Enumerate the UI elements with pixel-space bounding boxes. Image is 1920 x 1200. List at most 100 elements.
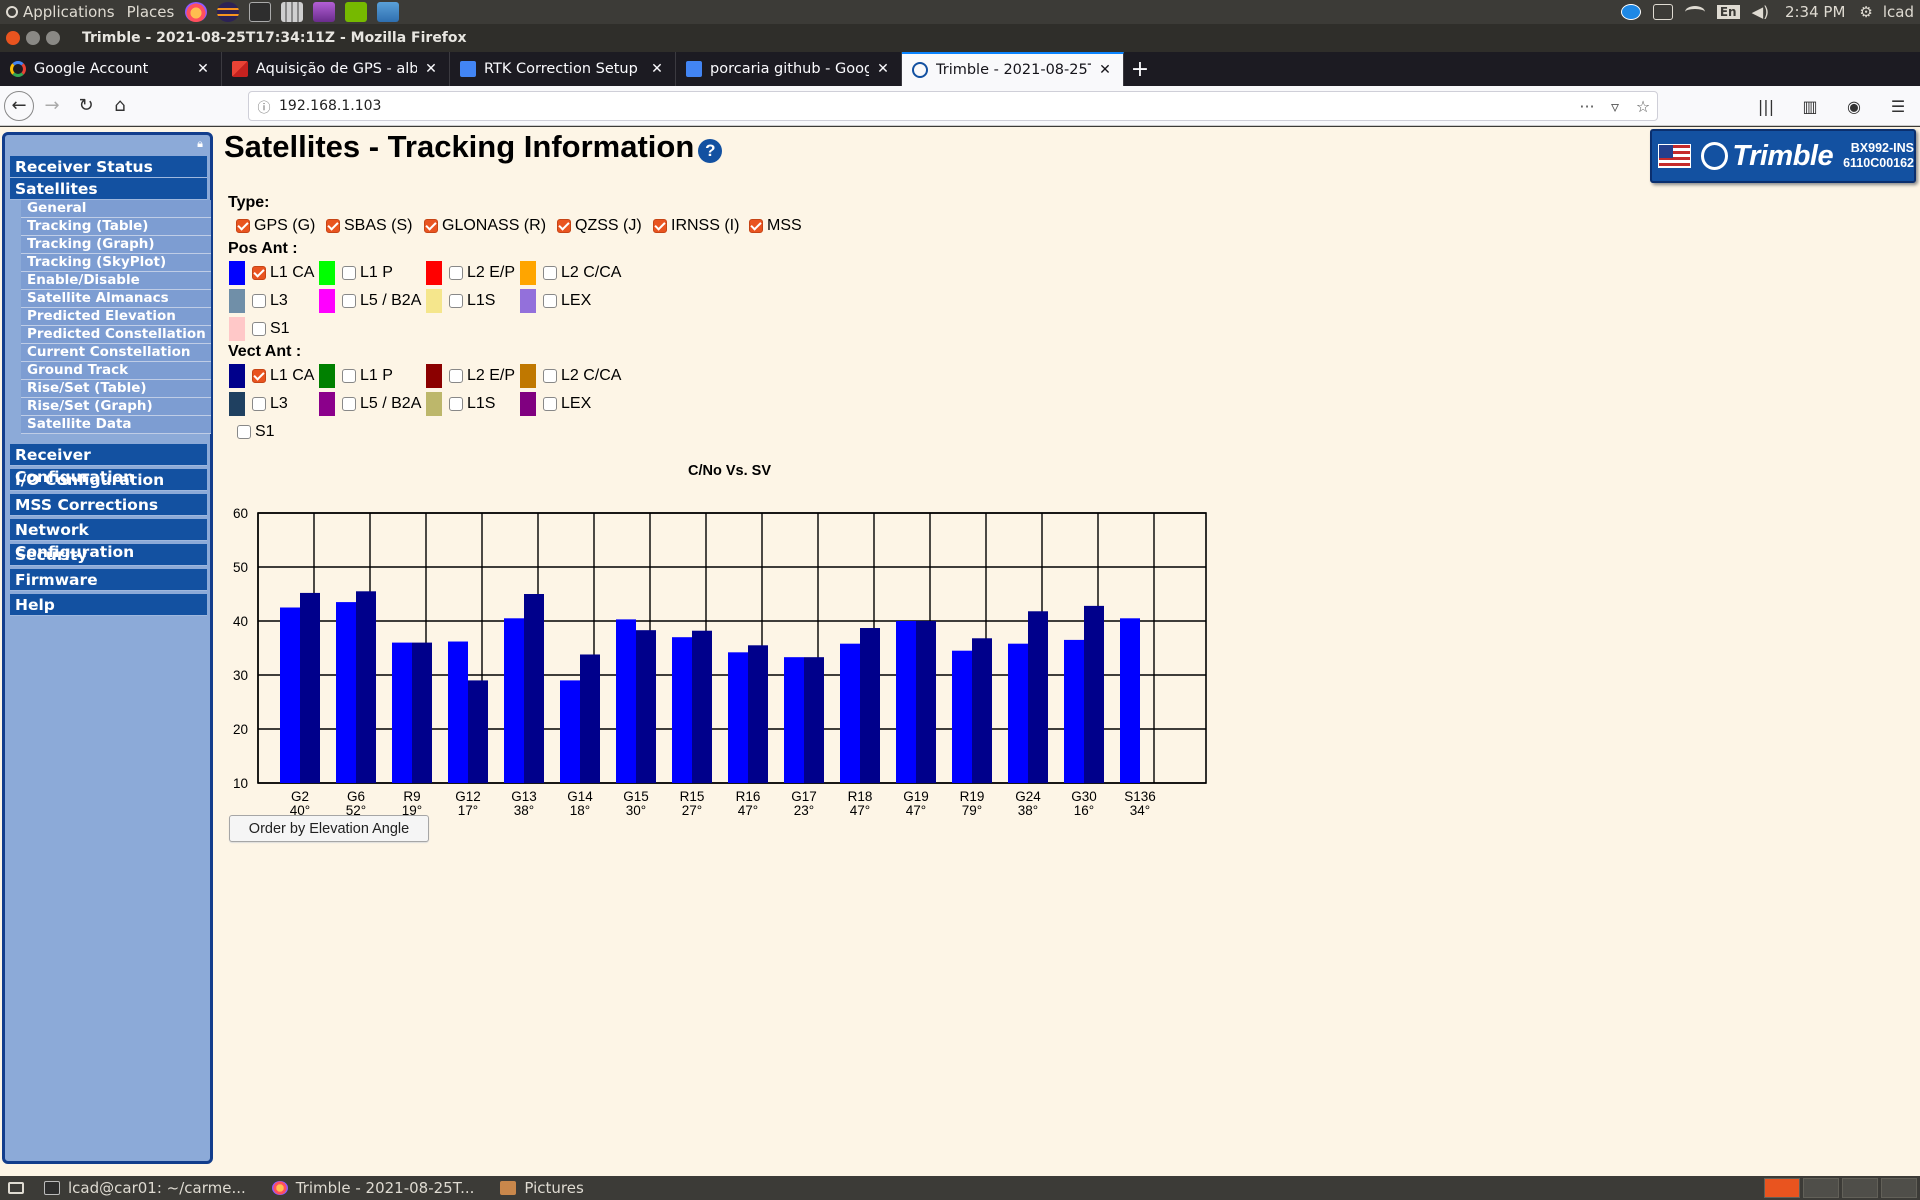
vect-ant-signal-option[interactable]: L1S <box>449 395 495 413</box>
vect-ant-signal-option[interactable]: L1 P <box>342 367 393 385</box>
sidebar-item-satellites[interactable]: Satellites <box>10 178 207 200</box>
sidebar-subitem-tracking-skyplot[interactable]: Tracking (SkyPlot) <box>21 254 211 272</box>
settings-gear-icon[interactable]: ⚙ <box>1859 3 1872 21</box>
applications-menu[interactable]: Applications <box>0 3 121 21</box>
tab-close-icon[interactable]: ✕ <box>1097 62 1113 78</box>
calculator-launcher-icon[interactable] <box>281 2 304 22</box>
pos-ant-signal-option[interactable]: L3 <box>252 292 288 310</box>
signal-checkbox[interactable] <box>252 397 266 411</box>
screenshot-launcher-icon[interactable] <box>377 2 400 22</box>
pos-ant-signal-option[interactable]: L1S <box>449 292 495 310</box>
type-option-glonass[interactable]: GLONASS (R) <box>424 217 546 235</box>
sidebar-toggle-icon[interactable]: ▥ <box>1794 90 1826 122</box>
window-maximize-icon[interactable] <box>46 31 60 45</box>
sidebar-subitem-rise-set-graph[interactable]: Rise/Set (Graph) <box>21 398 211 416</box>
keyboard-layout-indicator[interactable]: En <box>1716 5 1740 19</box>
type-checkbox[interactable] <box>326 219 340 233</box>
workspace-4[interactable] <box>1881 1178 1917 1198</box>
sidebar-item-mss-corrections[interactable]: MSS Corrections <box>10 494 207 516</box>
clock[interactable]: 2:34 PM <box>1785 3 1845 21</box>
us-flag-icon[interactable] <box>1658 144 1692 168</box>
sidebar-subitem-tracking-table[interactable]: Tracking (Table) <box>21 218 211 236</box>
pos-ant-signal-option[interactable]: L2 E/P <box>449 264 515 282</box>
nvidia-launcher-icon[interactable] <box>345 2 368 22</box>
type-option-mss[interactable]: MSS <box>749 217 802 235</box>
type-option-qzss[interactable]: QZSS (J) <box>557 217 642 235</box>
tab-github-doc[interactable]: porcaria github - Google ✕ <box>676 52 902 86</box>
pos-ant-signal-option[interactable]: L1 P <box>342 264 393 282</box>
image-viewer-launcher-icon[interactable] <box>313 2 336 22</box>
type-checkbox[interactable] <box>653 219 667 233</box>
sidebar-item-io-configuration[interactable]: I/O Configuration <box>10 469 207 491</box>
show-desktop-icon[interactable] <box>8 1182 24 1194</box>
order-by-elevation-button[interactable]: Order by Elevation Angle <box>229 815 429 842</box>
signal-checkbox[interactable] <box>449 294 463 308</box>
tab-close-icon[interactable]: ✕ <box>875 61 891 77</box>
tab-close-icon[interactable]: ✕ <box>649 61 665 77</box>
vect-ant-signal-option[interactable]: S1 <box>237 423 275 441</box>
pos-ant-signal-option[interactable]: LEX <box>543 292 591 310</box>
url-text[interactable]: 192.168.1.103 <box>279 98 1573 114</box>
workspace-3[interactable] <box>1842 1178 1878 1198</box>
pos-ant-signal-option[interactable]: S1 <box>252 320 290 338</box>
vect-ant-signal-option[interactable]: L5 / B2A <box>342 395 421 413</box>
signal-checkbox[interactable] <box>543 369 557 383</box>
sidebar-subitem-ground-track[interactable]: Ground Track <box>21 362 211 380</box>
window-close-icon[interactable] <box>6 31 20 45</box>
site-info-icon[interactable]: ⓘ <box>249 97 279 116</box>
signal-checkbox[interactable] <box>342 266 356 280</box>
type-option-irnss[interactable]: IRNSS (I) <box>653 217 739 235</box>
signal-checkbox[interactable] <box>543 266 557 280</box>
terminal-launcher-icon[interactable] <box>249 2 272 22</box>
taskbar-item-firefox[interactable]: Trimble - 2021-08-25T... <box>266 1179 481 1197</box>
help-question-icon[interactable]: ? <box>698 139 723 163</box>
user-name[interactable]: lcad <box>1883 3 1914 21</box>
sidebar-item-receiver-configuration[interactable]: Receiver Configuration <box>10 444 207 486</box>
url-bar[interactable]: ⓘ 192.168.1.103 ··· ▿ ☆ <box>248 91 1658 121</box>
signal-checkbox[interactable] <box>543 294 557 308</box>
signal-checkbox[interactable] <box>449 369 463 383</box>
vect-ant-signal-option[interactable]: LEX <box>543 395 591 413</box>
home-icon[interactable]: ⌂ <box>104 90 136 122</box>
type-checkbox[interactable] <box>424 219 438 233</box>
signal-checkbox[interactable] <box>237 425 251 439</box>
sidebar-subitem-tracking-graph[interactable]: Tracking (Graph) <box>21 236 211 254</box>
eclipse-launcher-icon[interactable] <box>217 2 240 22</box>
pos-ant-signal-option[interactable]: L2 C/CA <box>543 264 621 282</box>
signal-checkbox[interactable] <box>342 397 356 411</box>
new-tab-plus-icon[interactable]: + <box>1124 52 1156 86</box>
vect-ant-signal-option[interactable]: L2 C/CA <box>543 367 621 385</box>
teamviewer-tray-icon[interactable] <box>1620 4 1641 20</box>
tab-trimble[interactable]: Trimble - 2021-08-25T17:3 ✕ <box>902 52 1124 86</box>
signal-checkbox[interactable] <box>252 322 266 336</box>
vect-ant-signal-option[interactable]: L1 CA <box>252 367 314 385</box>
sidebar-subitem-predicted-constellation[interactable]: Predicted Constellation <box>21 326 211 344</box>
type-option-sbas[interactable]: SBAS (S) <box>326 217 412 235</box>
wifi-icon[interactable] <box>1684 6 1705 18</box>
sidebar-item-firmware[interactable]: Firmware <box>10 569 207 591</box>
signal-checkbox[interactable] <box>342 294 356 308</box>
volume-icon[interactable]: ◀) <box>1752 3 1769 21</box>
signal-checkbox[interactable] <box>252 266 266 280</box>
window-minimize-icon[interactable] <box>26 31 40 45</box>
type-checkbox[interactable] <box>749 219 763 233</box>
pocket-icon[interactable]: ▿ <box>1601 97 1629 116</box>
tab-close-icon[interactable]: ✕ <box>423 61 439 77</box>
pos-ant-signal-option[interactable]: L1 CA <box>252 264 314 282</box>
tab-google-account[interactable]: Google Account ✕ <box>0 52 222 86</box>
signal-checkbox[interactable] <box>449 397 463 411</box>
tab-gps-email[interactable]: Aquisição de GPS - alber ✕ <box>222 52 450 86</box>
vect-ant-signal-option[interactable]: L2 E/P <box>449 367 515 385</box>
sidebar-subitem-current-constellation[interactable]: Current Constellation <box>21 344 211 362</box>
signal-checkbox[interactable] <box>449 266 463 280</box>
forward-arrow-icon[interactable]: → <box>36 90 68 122</box>
tab-close-icon[interactable]: ✕ <box>195 61 211 77</box>
lock-icon[interactable]: 🔒︎ <box>194 137 206 151</box>
signal-checkbox[interactable] <box>252 294 266 308</box>
hamburger-menu-icon[interactable]: ☰ <box>1882 90 1914 122</box>
signal-checkbox[interactable] <box>543 397 557 411</box>
account-icon[interactable]: ◉ <box>1838 90 1870 122</box>
vect-ant-signal-option[interactable]: L3 <box>252 395 288 413</box>
taskbar-item-pictures[interactable]: Pictures <box>494 1179 589 1197</box>
back-arrow-icon[interactable]: ← <box>4 90 34 121</box>
